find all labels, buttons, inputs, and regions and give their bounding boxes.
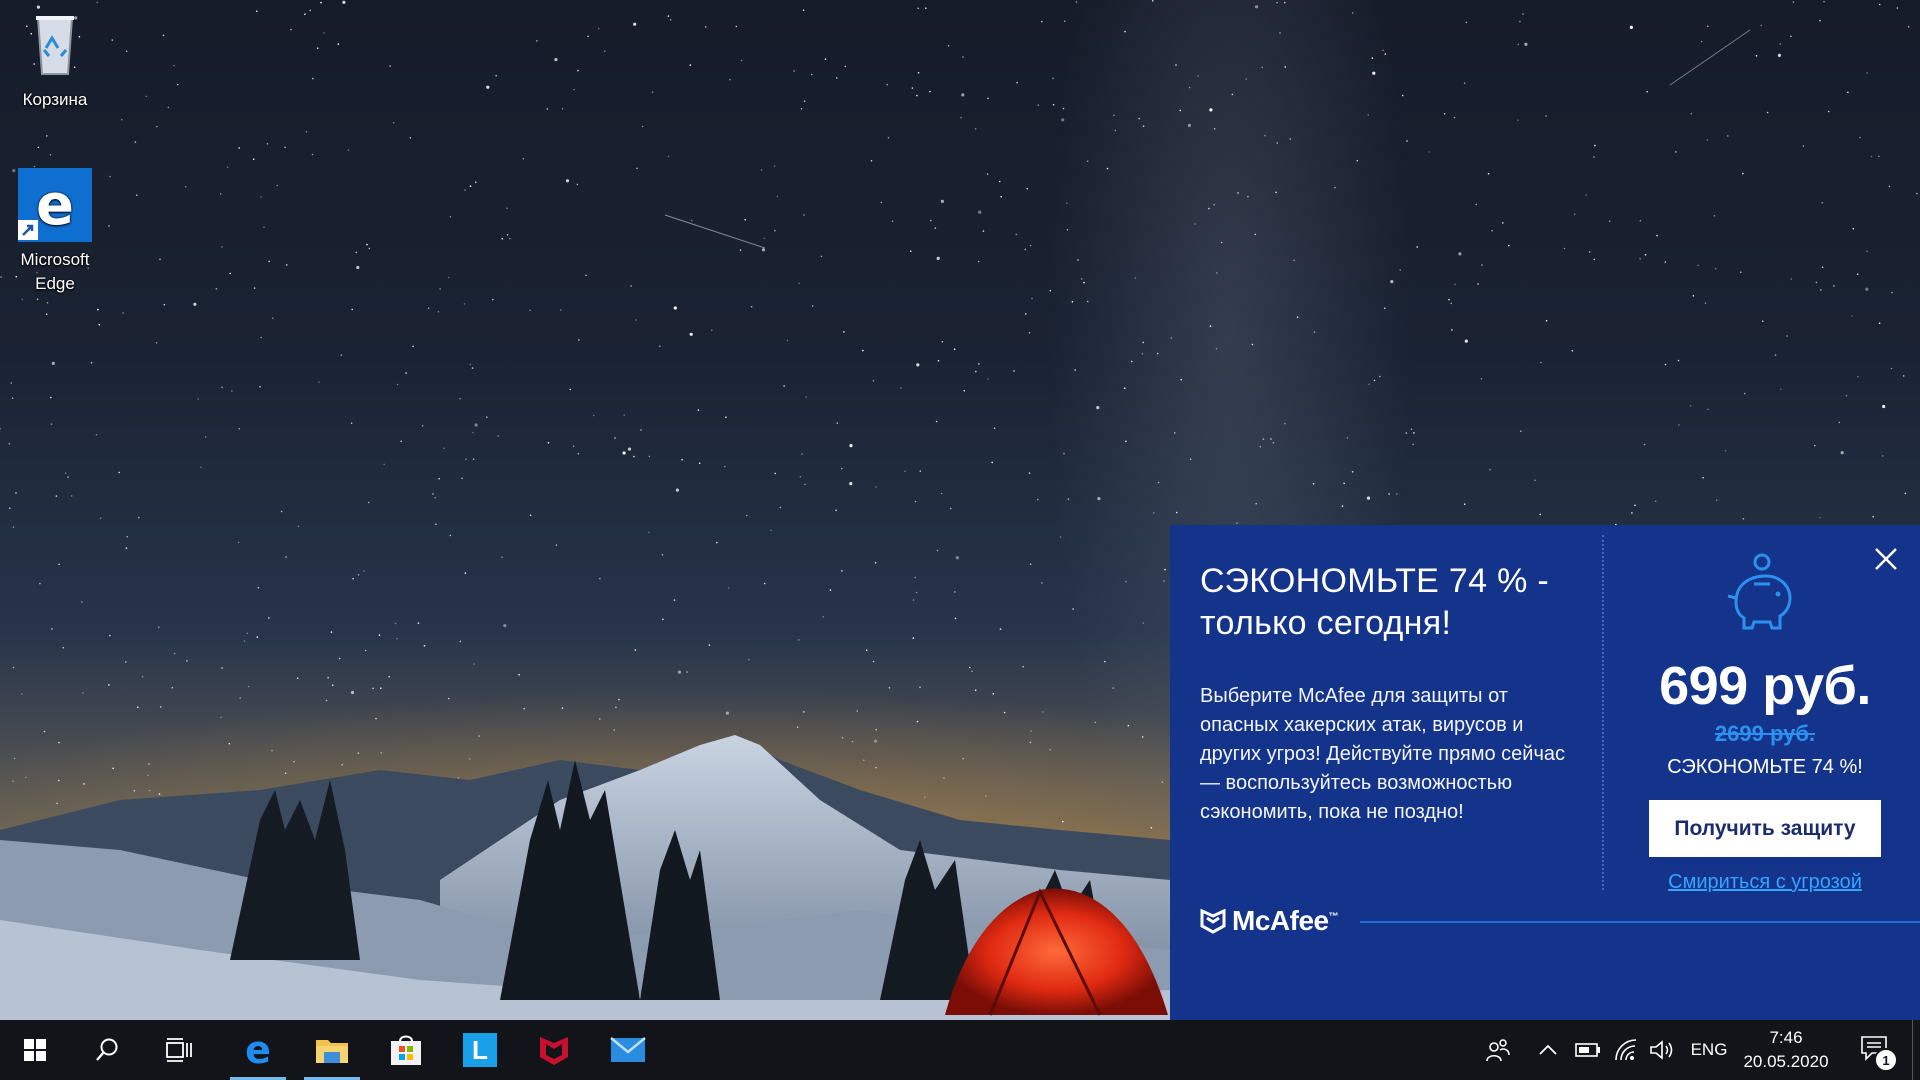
taskbar: e L ENG 7:46 20.05.2020 1 [0, 1020, 1920, 1080]
people-button[interactable] [1478, 1020, 1518, 1080]
recycle-bin-icon [18, 8, 92, 82]
taskbar-app-file-explorer[interactable] [296, 1020, 368, 1080]
store-icon [391, 1035, 421, 1065]
show-desktop-button[interactable] [1912, 1020, 1920, 1080]
offer-description: Выберите McAfee для защиты от опасных ха… [1200, 685, 1565, 823]
column-divider [1602, 535, 1604, 890]
search-icon [96, 1038, 118, 1061]
mcafee-shield-icon [1200, 908, 1226, 934]
desktop-icon-recycle-bin[interactable]: Корзина [5, 8, 105, 112]
offer-text-column: СЭКОНОМЬТЕ 74 % - только сегодня! Выбери… [1200, 560, 1580, 827]
taskbar-app-edge[interactable]: e [222, 1020, 294, 1080]
accept-threat-link[interactable]: Смириться с угрозой [1668, 871, 1862, 894]
wifi-icon [1615, 1039, 1637, 1061]
taskbar-app-mcafee[interactable] [518, 1020, 590, 1080]
task-view-icon [166, 1038, 192, 1062]
l-app-icon: L [463, 1033, 497, 1067]
start-button[interactable] [0, 1020, 70, 1080]
svg-text:e: e [245, 1033, 271, 1067]
folder-icon [316, 1040, 348, 1063]
battery-button[interactable] [1570, 1020, 1606, 1080]
taskbar-app-store[interactable] [370, 1020, 442, 1080]
network-button[interactable] [1608, 1020, 1644, 1080]
task-view-button[interactable] [144, 1020, 214, 1080]
notification-count-badge: 1 [1874, 1048, 1898, 1072]
offer-price: 699 руб. [1659, 656, 1871, 716]
brand-name: McAfee [1232, 905, 1329, 936]
taskbar-app-l[interactable]: L [444, 1020, 516, 1080]
taskbar-app-mail[interactable] [592, 1020, 664, 1080]
edge-icon: e [245, 1033, 271, 1067]
svg-text:e: e [36, 173, 74, 238]
piggy-bank-icon [1722, 550, 1798, 636]
clock-date: 20.05.2020 [1743, 1052, 1829, 1071]
mcafee-icon [540, 1037, 568, 1065]
desktop-icon-edge[interactable]: e Microsoft Edge [5, 168, 105, 296]
speaker-icon [1650, 1040, 1673, 1060]
discount-label: СЭКОНОМЬТЕ 74 %! [1667, 756, 1863, 778]
desktop-icon-label: Корзина [22, 90, 88, 109]
price-column: 699 руб. 2699 руб. СЭКОНОМЬТЕ 74 %! Полу… [1610, 550, 1920, 894]
input-language-indicator[interactable]: ENG [1684, 1020, 1734, 1080]
desktop-icon-label: Microsoft Edge [20, 250, 90, 293]
windows-icon [24, 1039, 46, 1061]
edge-icon: e [18, 168, 92, 242]
volume-button[interactable] [1644, 1020, 1680, 1080]
chevron-up-icon [1539, 1044, 1557, 1055]
mcafee-offer-popup: СЭКОНОМЬТЕ 74 % - только сегодня! Выбери… [1170, 525, 1920, 1020]
brand-trademark: ™ [1328, 911, 1339, 923]
original-price: 2699 руб. [1714, 721, 1816, 746]
mcafee-logo: McAfee™ [1200, 905, 1339, 937]
brand-line [1360, 921, 1920, 923]
offer-headline: СЭКОНОМЬТЕ 74 % - только сегодня! [1200, 562, 1549, 642]
battery-icon [1575, 1043, 1600, 1057]
search-button[interactable] [72, 1020, 142, 1080]
get-protection-button[interactable]: Получить защиту [1649, 800, 1881, 857]
mail-icon [610, 1037, 646, 1062]
clock-button[interactable]: 7:46 20.05.2020 [1738, 1020, 1834, 1080]
action-center-button[interactable]: 1 [1850, 1020, 1900, 1080]
show-hidden-icons-button[interactable] [1530, 1020, 1566, 1080]
people-icon [1486, 1039, 1510, 1062]
clock-time: 7:46 [1769, 1028, 1803, 1047]
